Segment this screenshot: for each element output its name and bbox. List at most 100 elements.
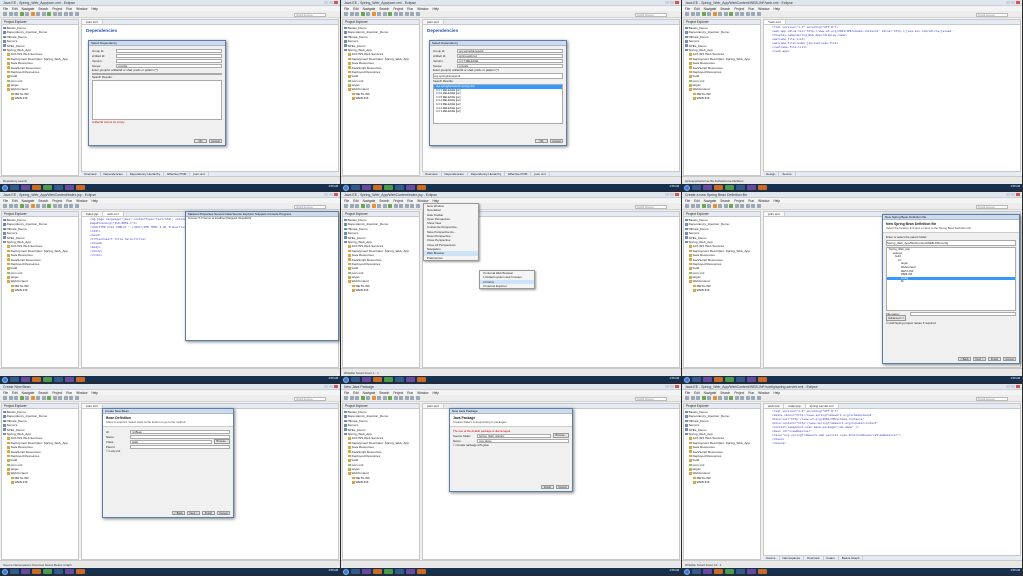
spring-nature-checkbox[interactable]: ☑ Add Spring project nature if required	[886, 321, 1016, 325]
toolbar-icon[interactable]	[36, 12, 40, 16]
quick-access-input[interactable]: Quick Access	[635, 12, 667, 17]
menu-run[interactable]: Run	[407, 199, 413, 203]
toolbar-icon[interactable]	[366, 396, 370, 400]
menu-navigate[interactable]: Navigate	[22, 7, 35, 11]
toolbar-icon[interactable]	[734, 204, 739, 208]
editor-tab[interactable]: pom.xml	[82, 404, 103, 408]
start-button[interactable]	[2, 376, 8, 383]
menu-help[interactable]: Help	[432, 391, 439, 395]
minimize-button[interactable]	[1006, 193, 1010, 196]
start-button[interactable]	[684, 568, 690, 575]
editor-bottom-tab[interactable]: Dependencies	[442, 172, 468, 176]
toolbar-icon[interactable]	[729, 12, 733, 16]
taskbar-app-icon[interactable]	[384, 569, 393, 574]
editor-bottom-tab[interactable]: Effective POM	[164, 172, 191, 176]
taskbar-app-icon[interactable]	[76, 377, 85, 382]
taskbar-app-icon[interactable]	[32, 569, 41, 574]
toolbar-icon[interactable]	[696, 396, 700, 400]
tree-item[interactable]: WEB-INF	[3, 480, 78, 484]
toolbar-icon[interactable]	[41, 396, 46, 400]
quick-access-input[interactable]: Quick Access	[976, 204, 1008, 209]
taskbar-app-icon[interactable]	[758, 377, 767, 382]
start-button[interactable]	[2, 568, 8, 575]
text-field[interactable]	[116, 53, 222, 58]
tree-item[interactable]: WEB-INF	[685, 288, 760, 292]
view-tab[interactable]: Servers	[214, 212, 225, 216]
taskbar-app-icon[interactable]	[21, 377, 30, 382]
toolbar-icon[interactable]	[712, 12, 717, 16]
tree-item[interactable]: WEB-INF	[3, 288, 78, 292]
toolbar-icon[interactable]	[734, 12, 739, 16]
view-tab[interactable]: Properties	[200, 212, 215, 216]
toolbar-icon[interactable]	[723, 396, 728, 400]
menu-run[interactable]: Run	[748, 7, 754, 11]
taskbar-app-icon[interactable]	[21, 185, 30, 190]
cancel-button[interactable]: Cancel	[550, 138, 563, 143]
taskbar-app-icon[interactable]	[10, 377, 19, 382]
close-button[interactable]	[675, 385, 679, 388]
toolbar-icon[interactable]	[745, 12, 750, 16]
toolbar-icon[interactable]	[63, 12, 68, 16]
editor-tab[interactable]: pom.xml	[764, 212, 785, 216]
toolbar-icon[interactable]	[47, 12, 51, 16]
text-field[interactable]: com.demo	[477, 438, 569, 443]
taskbar-app-icon[interactable]	[692, 377, 701, 382]
close-button[interactable]	[675, 193, 679, 196]
close-button[interactable]	[675, 1, 679, 4]
toolbar-icon[interactable]	[685, 204, 689, 208]
toolbar-icon[interactable]	[377, 396, 381, 400]
editor-bottom-tab[interactable]: Overview	[804, 556, 824, 560]
menu-search[interactable]: Search	[38, 199, 48, 203]
menu-edit[interactable]: Edit	[12, 199, 18, 203]
toolbar-icon[interactable]	[360, 396, 365, 400]
text-field[interactable]	[130, 434, 230, 439]
toolbar-icon[interactable]	[58, 204, 62, 208]
toolbar-icon[interactable]	[685, 12, 689, 16]
toolbar-icon[interactable]	[8, 12, 13, 16]
toolbar-icon[interactable]	[355, 396, 359, 400]
search-result-item[interactable]: 4.3.1.RELEASE [jar]	[434, 110, 562, 114]
maximize-button[interactable]	[329, 193, 333, 196]
toolbar-icon[interactable]	[366, 12, 370, 16]
parent-folder-input[interactable]: Spring_Web_App/WebContent/WEB-INF/config	[886, 240, 1016, 246]
toolbar-icon[interactable]	[745, 204, 750, 208]
menu-help[interactable]: Help	[773, 7, 780, 11]
ok-button[interactable]: OK	[194, 138, 207, 143]
taskbar-app-icon[interactable]	[736, 569, 745, 574]
toolbar-icon[interactable]	[52, 204, 57, 208]
editor-bottom-tab[interactable]: Design	[763, 172, 780, 176]
toolbar-icon[interactable]	[47, 396, 51, 400]
toolbar-icon[interactable]	[756, 396, 761, 400]
menu-edit[interactable]: Edit	[353, 7, 359, 11]
taskbar-app-icon[interactable]	[406, 377, 415, 382]
minimize-button[interactable]	[324, 193, 328, 196]
menu-file[interactable]: File	[3, 391, 8, 395]
tree-item[interactable]: WEB-INF	[685, 96, 760, 100]
menu-window[interactable]: Window	[417, 391, 428, 395]
menu-search[interactable]: Search	[720, 199, 730, 203]
taskbar-app-icon[interactable]	[54, 185, 63, 190]
text-field[interactable]	[130, 444, 230, 449]
editor-tab[interactable]: web.xml	[764, 404, 785, 408]
menu-project[interactable]: Project	[52, 7, 62, 11]
taskbar-app-icon[interactable]	[758, 185, 767, 190]
toolbar-icon[interactable]	[371, 204, 376, 208]
maximize-button[interactable]	[1011, 1, 1015, 4]
menu-file[interactable]: File	[3, 7, 8, 11]
taskbar-app-icon[interactable]	[65, 377, 74, 382]
taskbar-app-icon[interactable]	[714, 377, 723, 382]
taskbar-app-icon[interactable]	[406, 569, 415, 574]
toolbar-icon[interactable]	[382, 396, 387, 400]
toolbar-icon[interactable]	[690, 396, 695, 400]
taskbar-app-icon[interactable]	[76, 185, 85, 190]
quick-access-input[interactable]: Quick Access	[294, 204, 326, 209]
toolbar-icon[interactable]	[690, 204, 695, 208]
toolbar-icon[interactable]	[41, 204, 46, 208]
view-tab[interactable]: Progress	[279, 212, 291, 216]
menu-edit[interactable]: Edit	[353, 199, 359, 203]
taskbar-app-icon[interactable]	[714, 569, 723, 574]
folder-tree[interactable]: Spring_Web_App .settings build src target Web…	[886, 247, 1016, 311]
toolbar-icon[interactable]	[69, 204, 73, 208]
menu-run[interactable]: Run	[66, 199, 72, 203]
menu-file[interactable]: File	[3, 199, 8, 203]
